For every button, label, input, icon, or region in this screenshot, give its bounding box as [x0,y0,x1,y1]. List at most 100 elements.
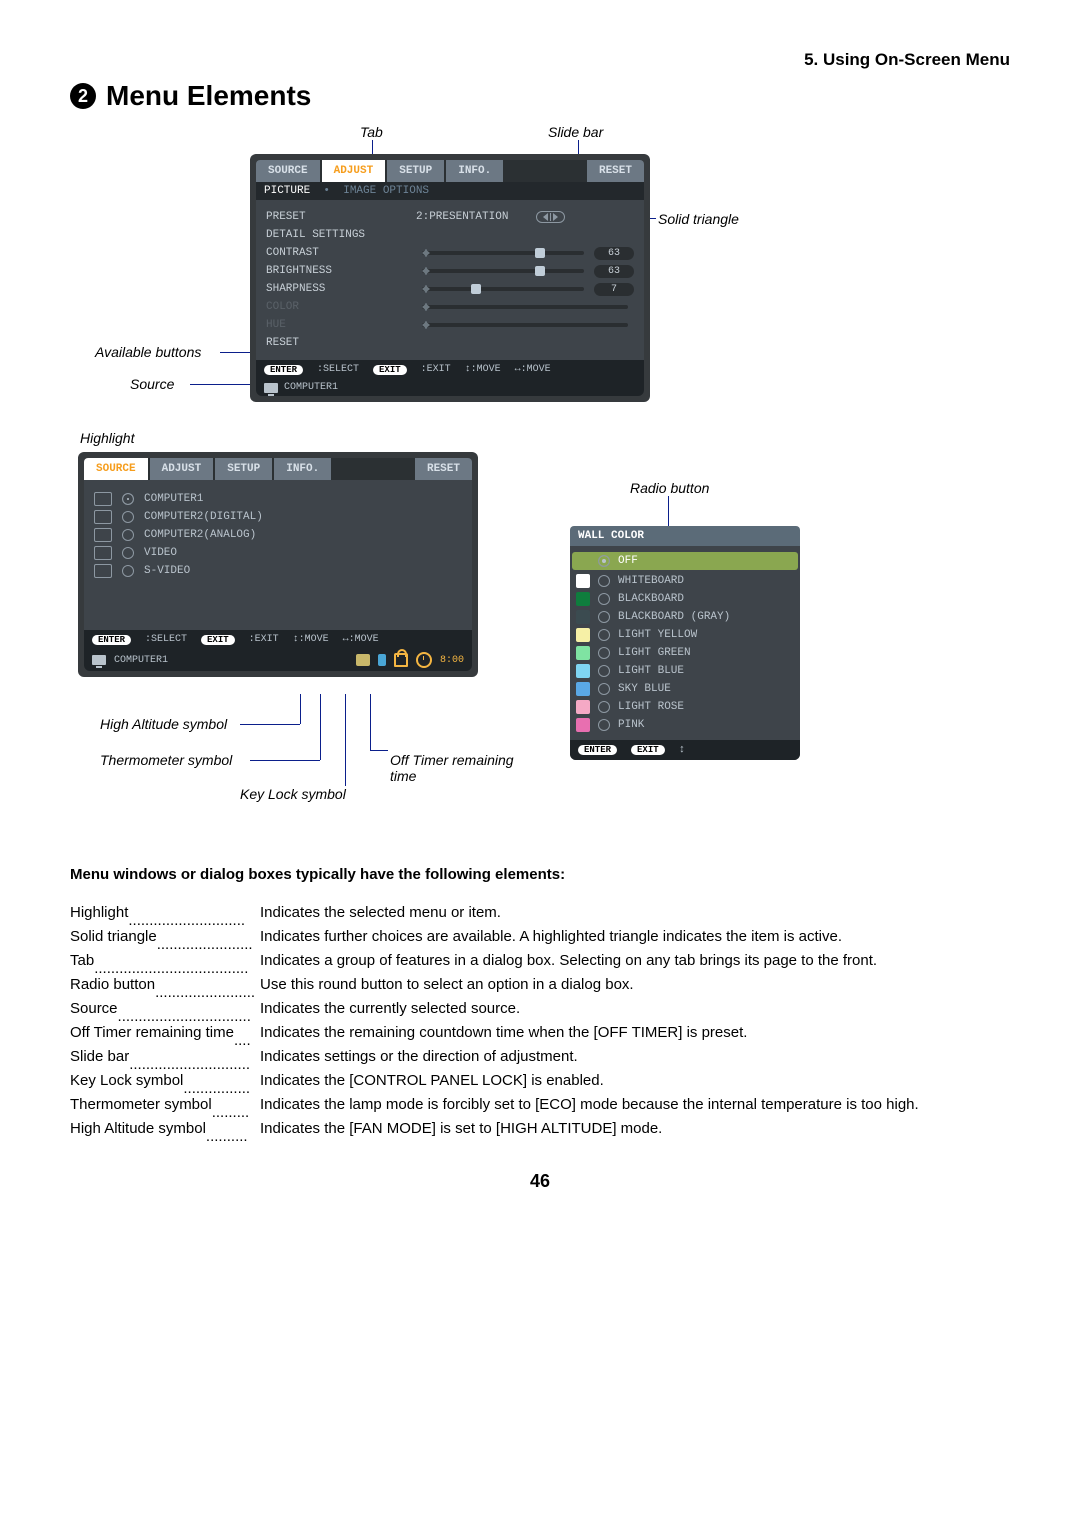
definition-term: Source................................ [70,997,260,1021]
radio-icon[interactable] [598,665,610,677]
title-text: Menu Elements [106,80,311,112]
osd-tab-reset[interactable]: RESET [415,458,472,480]
enter-pill: ENTER [578,745,617,755]
slider[interactable] [422,287,584,291]
source-row[interactable]: VIDEO [94,544,462,562]
radio-icon[interactable] [598,683,610,695]
solid-triangle-icon[interactable] [536,211,565,223]
leader-line [300,694,301,724]
osd-tab-row: SOURCEADJUSTSETUPINFO. RESET [84,458,472,480]
wall-color-row[interactable]: BLACKBOARD (GRAY) [576,608,794,626]
label-radio-button: Radio button [630,480,709,496]
source-name: COMPUTER1 [114,655,168,666]
color-swatch [576,592,590,606]
osd-tab-source[interactable]: SOURCE [256,160,320,182]
value-badge: 7 [594,283,634,296]
radio-icon[interactable] [598,611,610,623]
osd-tab-info.[interactable]: INFO. [446,160,503,182]
definition-desc: Indicates further choices are available.… [260,925,1010,949]
exit-pill: EXIT [201,635,235,645]
source-row[interactable]: COMPUTER2(DIGITAL) [94,508,462,526]
radio-icon[interactable] [122,511,134,523]
radio-icon[interactable] [598,719,610,731]
leader-line [370,694,371,750]
slider-thumb[interactable] [535,266,545,276]
wall-color-label: PINK [618,719,644,731]
label-off-timer: Off Timer remaining time [390,752,530,784]
radio-icon[interactable] [598,629,610,641]
osd-row[interactable]: CONTRAST63 [266,244,634,262]
source-row[interactable]: COMPUTER2(ANALOG) [94,526,462,544]
wall-color-label: BLACKBOARD [618,593,684,605]
source-row[interactable]: S-VIDEO [94,562,462,580]
radio-icon[interactable] [598,593,610,605]
wall-color-row[interactable]: LIGHT GREEN [576,644,794,662]
radio-icon[interactable] [598,701,610,713]
radio-icon[interactable] [122,493,134,505]
radio-icon[interactable] [122,529,134,541]
input-icon [94,528,112,542]
definition-term: Slide bar............................. [70,1045,260,1069]
slider [422,323,628,327]
wall-color-row[interactable]: SKY BLUE [576,680,794,698]
wall-color-row[interactable]: LIGHT ROSE [576,698,794,716]
color-swatch [576,628,590,642]
osd-tab-adjust[interactable]: ADJUST [322,160,386,182]
updown-label: ↕ [679,744,686,756]
radio-icon[interactable] [122,547,134,559]
color-swatch [576,718,590,732]
wall-color-footer: ENTER EXIT ↕ [570,740,800,760]
wall-color-row[interactable]: LIGHT BLUE [576,662,794,680]
exit-pill: EXIT [631,745,665,755]
figure-source-and-wallcolor: SOURCEADJUSTSETUPINFO. RESET COMPUTER1 COM… [70,446,1010,846]
osd-row[interactable]: SHARPNESS7 [266,280,634,298]
row-label: PRESET [266,211,416,223]
wall-color-row[interactable]: BLACKBOARD [576,590,794,608]
osd-row[interactable]: BRIGHTNESS63 [266,262,634,280]
wall-color-label: LIGHT YELLOW [618,629,697,641]
leader-line [370,750,388,751]
source-row[interactable]: COMPUTER1 [94,490,462,508]
slider-thumb[interactable] [471,284,481,294]
radio-icon[interactable] [598,647,610,659]
high-altitude-icon [356,654,370,666]
osd-footer: ENTER:SELECT EXIT:EXIT ↕:MOVE ↔:MOVE [256,360,644,379]
osd-tab-info.[interactable]: INFO. [274,458,331,480]
monitor-icon [92,655,106,665]
osd-row[interactable]: PRESET2:PRESENTATION [266,208,634,226]
wall-color-row[interactable]: PINK [576,716,794,734]
exit-label: :EXIT [249,634,279,645]
radio-icon[interactable] [598,575,610,587]
row-label: DETAIL SETTINGS [266,229,416,241]
osd-tab-reset[interactable]: RESET [587,160,644,182]
definition-row: Tab.....................................… [70,949,1010,973]
wall-color-row[interactable]: OFF [572,552,798,570]
definition-row: Source................................In… [70,997,1010,1021]
definition-desc: Indicates settings or the direction of a… [260,1045,1010,1069]
source-label: COMPUTER2(ANALOG) [144,529,256,541]
slider[interactable] [422,251,584,255]
definition-term: High Altitude symbol.......... [70,1117,260,1141]
definition-desc: Indicates the [FAN MODE] is set to [HIGH… [260,1117,1010,1141]
select-label: :SELECT [145,634,187,645]
wall-color-row[interactable]: WHITEBOARD [576,572,794,590]
osd-tab-setup[interactable]: SETUP [387,160,444,182]
osd-adjust-window: SOURCEADJUSTSETUPINFO.RESET PICTURE • IM… [250,154,650,402]
osd-row: HUE [266,316,634,334]
source-label: COMPUTER1 [144,493,203,505]
radio-icon[interactable] [598,555,610,567]
definition-desc: Use this round button to select an optio… [260,973,1010,997]
osd-tab-adjust[interactable]: ADJUST [150,458,214,480]
osd-row[interactable]: RESET [266,334,634,352]
radio-icon[interactable] [122,565,134,577]
osd-tab-setup[interactable]: SETUP [215,458,272,480]
wall-color-row[interactable]: LIGHT YELLOW [576,626,794,644]
osd-row[interactable]: DETAIL SETTINGS [266,226,634,244]
clock-icon [416,652,432,668]
value-badge: 63 [594,247,634,260]
thermometer-icon [378,654,386,666]
input-icon [94,492,112,506]
slider[interactable] [422,269,584,273]
osd-tab-source[interactable]: SOURCE [84,458,148,480]
slider-thumb[interactable] [535,248,545,258]
